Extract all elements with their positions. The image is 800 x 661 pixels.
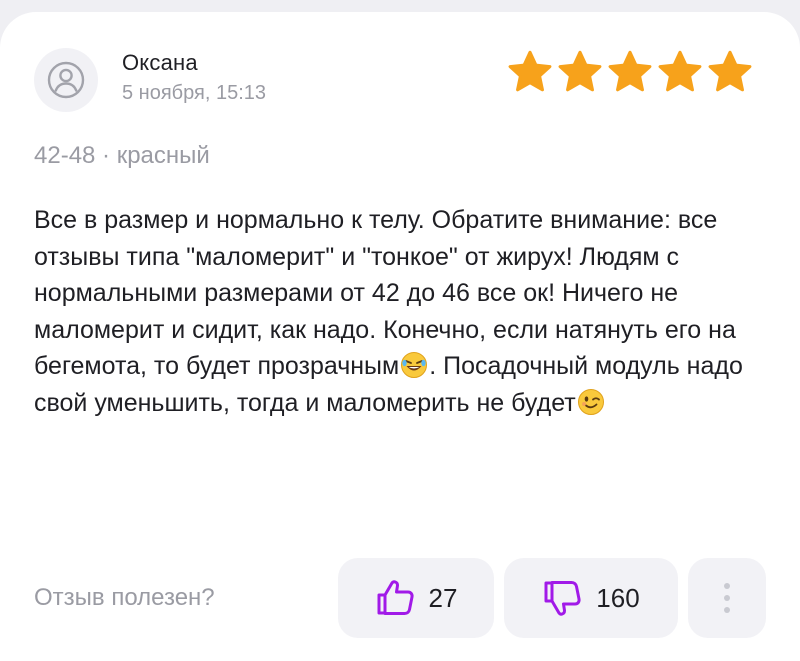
star-icon [508,50,552,92]
like-button[interactable]: 27 [338,558,494,638]
more-options-button[interactable] [688,558,766,638]
star-icon [558,50,602,92]
dislike-button[interactable]: 160 [504,558,678,638]
rating-stars [507,50,753,94]
star-icon [658,50,702,92]
review-text: Все в размер и нормально к телу. Обратит… [34,202,774,421]
winking-emoji [577,388,604,415]
more-vertical-icon [724,583,730,613]
product-variant: 42-48 · красный [34,142,210,169]
dislike-count: 160 [596,582,640,613]
star-icon [608,50,652,92]
thumbs-down-icon [544,581,581,616]
review-date: 5 ноября, 15:13 [122,82,267,104]
author-name: Оксана [122,50,198,75]
review-card: Оксана 5 ноября, 15:13 42-48 · красный В… [0,12,800,661]
user-icon [47,61,85,99]
rolling-laughing-emoji [401,352,428,378]
like-count: 27 [428,582,458,613]
avatar [34,48,98,112]
thumbs-up-icon [377,580,414,615]
helpful-label: Отзыв полезен? [34,584,215,611]
star-icon [708,50,752,92]
